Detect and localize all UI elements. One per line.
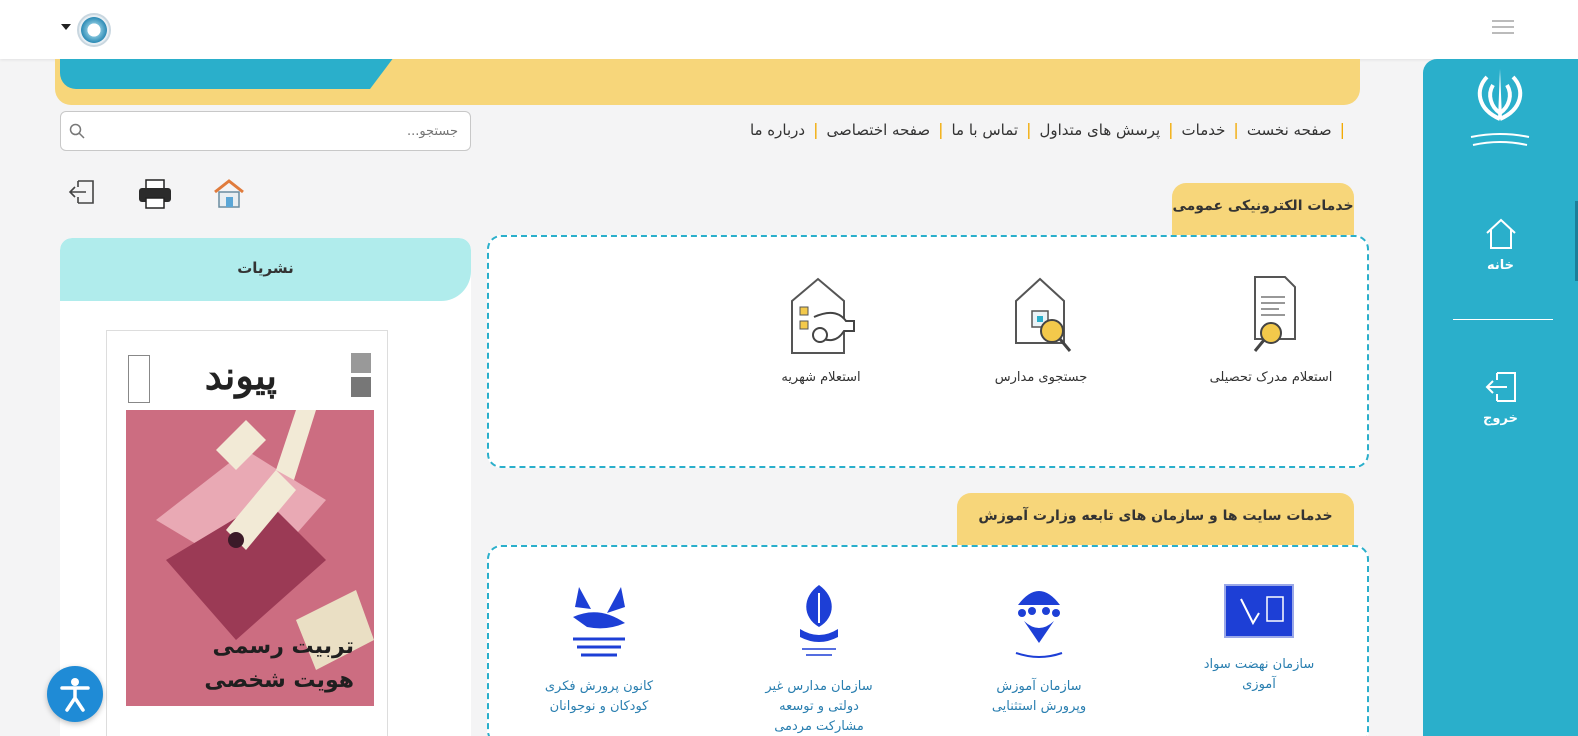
author-photo bbox=[351, 377, 371, 397]
orgs-box: سازمان نهضت سواد آموزی سازمان آموزش وپرو… bbox=[487, 545, 1369, 736]
org-label-1: کانون پرورش فکری bbox=[544, 679, 654, 694]
sidebar-item-home[interactable]: خانه bbox=[1423, 216, 1578, 273]
publications-title: نشریات bbox=[60, 238, 471, 301]
avatar[interactable] bbox=[77, 13, 111, 47]
org-label-2: کودکان و نوجوانان bbox=[549, 699, 649, 715]
sidebar-item-label: خروج bbox=[1483, 411, 1518, 426]
home-icon[interactable] bbox=[212, 178, 246, 214]
header-banner bbox=[55, 59, 1360, 105]
accessibility-icon bbox=[60, 678, 90, 712]
menu-icon[interactable] bbox=[1492, 20, 1514, 36]
magazine-cover-art: تربیت رسمی هویت شخصی bbox=[126, 410, 374, 706]
magazine-name: پیوند bbox=[204, 353, 277, 398]
search-input[interactable] bbox=[61, 112, 470, 150]
sidebar: خانه خروج bbox=[1423, 59, 1578, 736]
main-nav: | صفحه نخست | خدمات | پرسش های متداول | … bbox=[749, 120, 1345, 139]
nav-about[interactable]: درباره ما bbox=[750, 121, 805, 139]
magazine-emblem bbox=[128, 355, 150, 403]
publications-panel: نشریات پیوند تربیت رسمی هویت شخصی bbox=[60, 238, 471, 736]
school-search-icon bbox=[1015, 277, 1072, 352]
kanoon-logo bbox=[573, 587, 625, 657]
nav-faq[interactable]: پرسش های متداول bbox=[1040, 121, 1161, 139]
org-label-2: دولتی و توسعه bbox=[779, 699, 859, 715]
nav-contact[interactable]: تماس با ما bbox=[951, 121, 1018, 139]
section-tab-electronic: خدمات الکترونیکی عمومی bbox=[1172, 183, 1354, 235]
service-label: استعلام مدرک تحصیلی bbox=[1209, 370, 1333, 386]
org-label-1: سازمان آموزش bbox=[996, 679, 1082, 694]
org-exceptional[interactable]: سازمان آموزش وپرورش استثنایی bbox=[969, 583, 1109, 717]
org-label-1: سازمان نهضت سواد bbox=[1203, 657, 1315, 672]
service-label: جستجوی مدارس bbox=[994, 370, 1088, 386]
emblem-logo bbox=[1467, 69, 1533, 151]
search-box bbox=[60, 111, 471, 151]
nongov-schools-logo bbox=[800, 585, 838, 656]
service-tuition[interactable]: استعلام شهریه bbox=[751, 273, 891, 387]
section-tab-orgs: خدمات سایت ها و سازمان های تابعه وزارت آ… bbox=[957, 493, 1354, 570]
logout-icon[interactable] bbox=[68, 178, 96, 210]
org-label-3: مشارکت مردمی bbox=[774, 719, 864, 735]
certificate-search-icon bbox=[1253, 276, 1296, 352]
chevron-down-icon[interactable] bbox=[61, 24, 71, 30]
org-label-2: آموزی bbox=[1242, 677, 1276, 693]
logout-icon bbox=[1485, 372, 1516, 402]
org-kanoon[interactable]: کانون پرورش فکری کودکان و نوجوانان bbox=[529, 583, 669, 717]
accessibility-button[interactable] bbox=[47, 666, 103, 722]
magazine-headline-2: هویت شخصی bbox=[204, 668, 354, 693]
org-literacy[interactable]: سازمان نهضت سواد آموزی bbox=[1189, 583, 1329, 695]
nav-services[interactable]: خدمات bbox=[1182, 121, 1226, 139]
author-photo bbox=[351, 353, 371, 373]
magazine-headline-1: تربیت رسمی bbox=[212, 634, 354, 659]
nav-private-page[interactable]: صفحه اختصاصی bbox=[826, 121, 930, 139]
electronic-services-box: استعلام مدرک تحصیلی جستجوی مدارس استعلام… bbox=[487, 235, 1369, 468]
top-bar bbox=[0, 0, 1578, 59]
sidebar-divider bbox=[1453, 319, 1553, 320]
magazine-cover[interactable]: پیوند تربیت رسمی هویت شخصی bbox=[106, 330, 388, 736]
sidebar-item-label: خانه bbox=[1486, 258, 1514, 273]
tuition-icon bbox=[791, 277, 855, 354]
search-icon[interactable] bbox=[69, 123, 85, 139]
org-label-1: سازمان مدارس غیر bbox=[765, 679, 873, 694]
home-icon bbox=[1485, 218, 1516, 249]
service-label: استعلام شهریه bbox=[781, 370, 861, 386]
org-nongov-schools[interactable]: سازمان مدارس غیر دولتی و توسعه مشارکت مر… bbox=[749, 583, 889, 736]
sidebar-item-logout[interactable]: خروج bbox=[1423, 369, 1578, 426]
org-label-2: وپرورش استثنایی bbox=[991, 699, 1087, 715]
exceptional-ed-logo bbox=[1015, 591, 1063, 658]
nav-home[interactable]: صفحه نخست bbox=[1247, 121, 1332, 139]
service-school-search[interactable]: جستجوی مدارس bbox=[971, 273, 1111, 387]
printer-icon[interactable] bbox=[137, 178, 173, 214]
service-certificate[interactable]: استعلام مدرک تحصیلی bbox=[1201, 273, 1341, 387]
literacy-logo bbox=[1224, 584, 1294, 638]
